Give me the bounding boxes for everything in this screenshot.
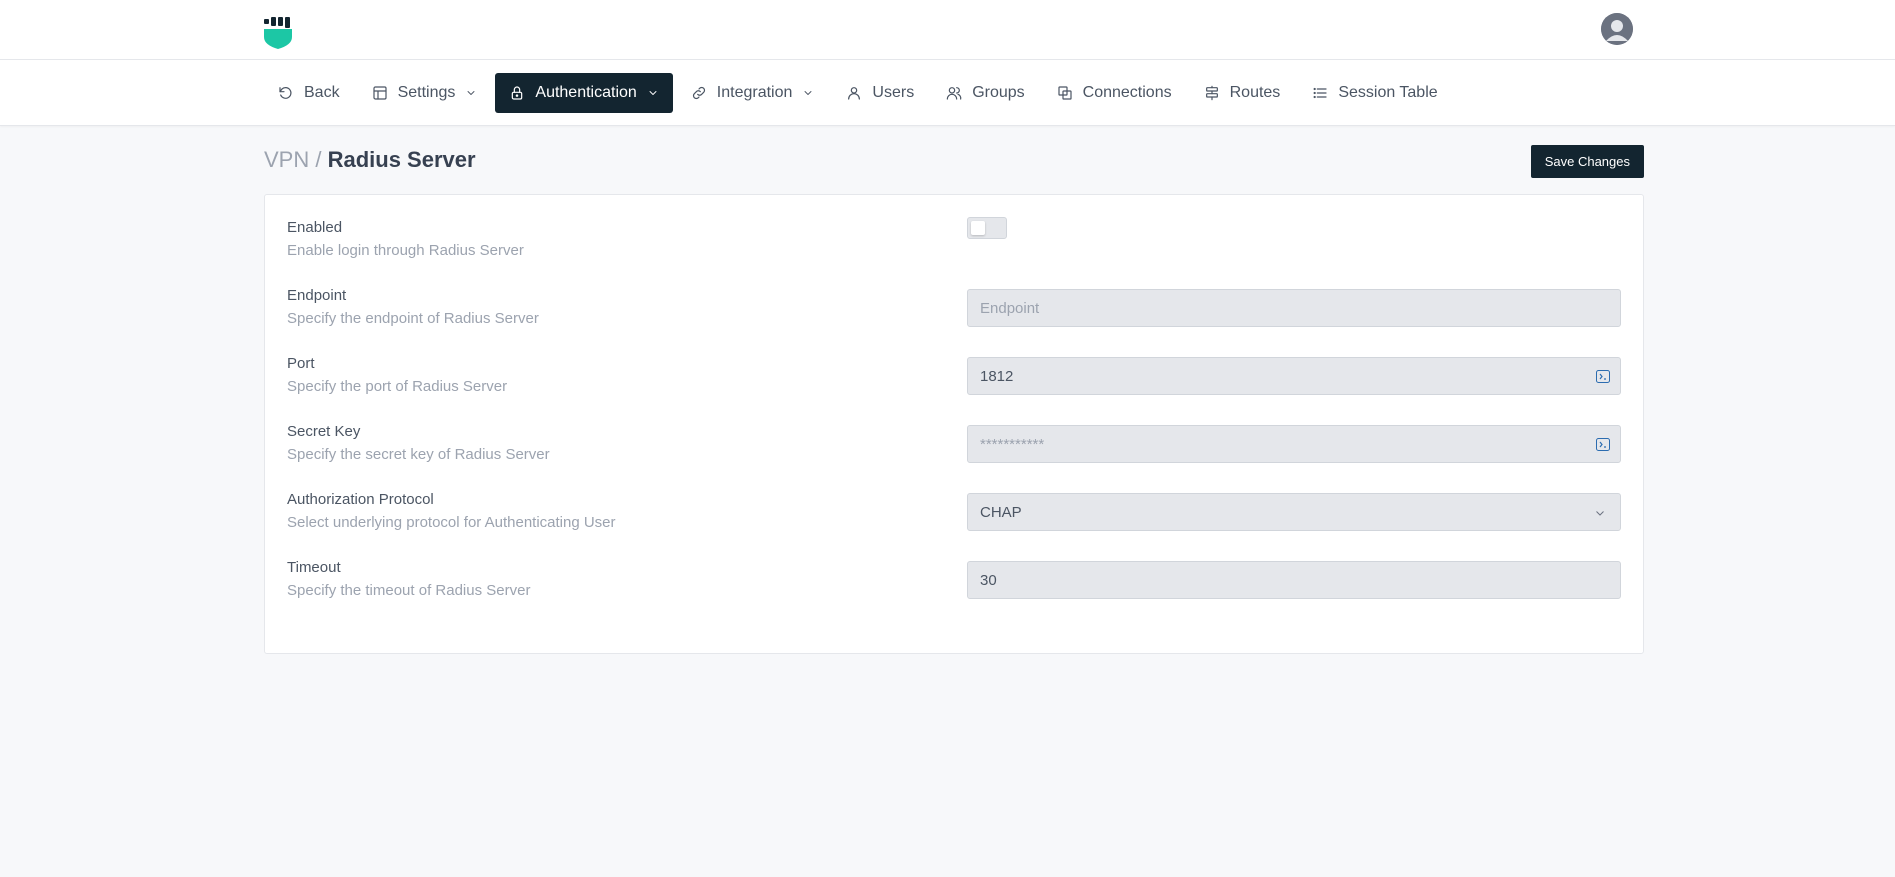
copy-icon <box>1058 85 1072 100</box>
form-row-timeout: Timeout Specify the timeout of Radius Se… <box>287 555 1621 623</box>
field-meta: Enabled Enable login through Radius Serv… <box>287 215 524 283</box>
list-icon <box>1313 87 1327 98</box>
breadcrumb-separator: / <box>309 147 328 172</box>
field-label: Timeout <box>287 559 341 576</box>
field-control: *********** <box>967 419 1621 487</box>
nav-session-table[interactable]: Session Table <box>1298 73 1451 113</box>
auth-protocol-value: CHAP <box>980 503 1022 521</box>
field-meta: Secret Key Specify the secret key of Rad… <box>287 419 550 487</box>
avatar-icon <box>1601 13 1633 45</box>
field-description: Specify the timeout of Radius Server <box>287 582 531 599</box>
endpoint-placeholder: Endpoint <box>980 299 1040 317</box>
endpoint-input[interactable]: Endpoint <box>967 289 1621 327</box>
field-description: Specify the secret key of Radius Server <box>287 446 550 463</box>
user-avatar[interactable] <box>1601 13 1633 45</box>
chevron-down-icon <box>467 90 475 95</box>
main-nav: Back Settings Authentication Integration… <box>0 60 1895 126</box>
port-value: 1812 <box>980 367 1014 385</box>
nav-groups[interactable]: Groups <box>932 73 1038 113</box>
nav-label: Routes <box>1229 83 1281 101</box>
nav-connections[interactable]: Connections <box>1043 73 1186 113</box>
top-bar <box>0 0 1895 60</box>
field-control: CHAP <box>967 487 1621 555</box>
chevron-down-icon <box>649 90 657 95</box>
main-content: VPN / Radius Server Save Changes Enabled… <box>264 126 1644 654</box>
nav-label: Back <box>304 83 340 101</box>
lock-icon <box>512 85 523 100</box>
nav-users[interactable]: Users <box>832 73 928 113</box>
nav-label: Groups <box>972 83 1025 101</box>
nav-back[interactable]: Back <box>264 73 354 113</box>
nav-authentication[interactable]: Authentication <box>495 72 673 113</box>
nav-routes[interactable]: Routes <box>1190 73 1295 113</box>
timeout-value: 30 <box>980 571 997 589</box>
field-label: Port <box>287 355 315 372</box>
breadcrumb: VPN / Radius Server <box>264 147 476 173</box>
field-description: Select underlying protocol for Authentic… <box>287 514 616 531</box>
field-label: Endpoint <box>287 287 347 304</box>
secret-key-input[interactable]: *********** <box>967 425 1621 463</box>
secret-key-value: *********** <box>980 435 1045 453</box>
toggle-knob <box>971 221 985 235</box>
radius-settings-card: Enabled Enable login through Radius Serv… <box>264 194 1644 654</box>
nav-label: Connections <box>1082 83 1172 101</box>
field-description: Specify the endpoint of Radius Server <box>287 310 539 327</box>
field-label: Secret Key <box>287 423 361 440</box>
save-changes-button[interactable]: Save Changes <box>1530 144 1644 178</box>
breadcrumb-parent[interactable]: VPN <box>264 147 309 172</box>
field-meta: Port Specify the port of Radius Server <box>287 351 507 419</box>
field-control: 30 <box>967 555 1621 623</box>
link-icon <box>692 86 705 99</box>
autofill-key-icon[interactable] <box>1596 370 1610 383</box>
autofill-key-icon[interactable] <box>1596 438 1610 451</box>
page-title: Radius Server <box>327 147 476 172</box>
user-icon <box>848 86 861 100</box>
form-row-secret-key: Secret Key Specify the secret key of Rad… <box>287 419 1621 487</box>
shield-logo-icon[interactable] <box>264 17 292 49</box>
auth-protocol-select[interactable]: CHAP <box>967 493 1621 531</box>
field-control <box>967 215 1621 283</box>
nav-label: Session Table <box>1338 83 1438 101</box>
chevron-down-icon <box>1596 511 1604 516</box>
layout-icon <box>372 85 387 100</box>
nav-label: Authentication <box>535 83 637 101</box>
field-control: 1812 <box>967 351 1621 419</box>
signpost-icon <box>1205 85 1218 100</box>
nav-label: Users <box>872 83 915 101</box>
timeout-input[interactable]: 30 <box>967 561 1621 599</box>
form-row-port: Port Specify the port of Radius Server 1… <box>287 351 1621 419</box>
form-row-enabled: Enabled Enable login through Radius Serv… <box>287 215 1621 283</box>
nav-settings[interactable]: Settings <box>358 73 492 113</box>
field-meta: Authorization Protocol Select underlying… <box>287 487 616 555</box>
nav-integration[interactable]: Integration <box>677 73 829 113</box>
nav-label: Settings <box>397 83 456 101</box>
page-header: VPN / Radius Server Save Changes <box>264 126 1644 194</box>
field-control: Endpoint <box>967 283 1621 351</box>
undo-icon <box>279 86 292 99</box>
field-label: Enabled <box>287 219 343 236</box>
field-description: Specify the port of Radius Server <box>287 378 508 395</box>
form-row-auth-protocol: Authorization Protocol Select underlying… <box>287 487 1621 555</box>
enabled-toggle[interactable] <box>967 217 1007 239</box>
field-label: Authorization Protocol <box>287 491 434 508</box>
field-meta: Timeout Specify the timeout of Radius Se… <box>287 555 530 623</box>
form-row-endpoint: Endpoint Specify the endpoint of Radius … <box>287 283 1621 351</box>
chevron-down-icon <box>804 90 812 95</box>
field-meta: Endpoint Specify the endpoint of Radius … <box>287 283 539 351</box>
field-description: Enable login through Radius Server <box>287 242 524 259</box>
port-input[interactable]: 1812 <box>967 357 1621 395</box>
users-icon <box>946 86 962 100</box>
nav-label: Integration <box>716 83 793 101</box>
